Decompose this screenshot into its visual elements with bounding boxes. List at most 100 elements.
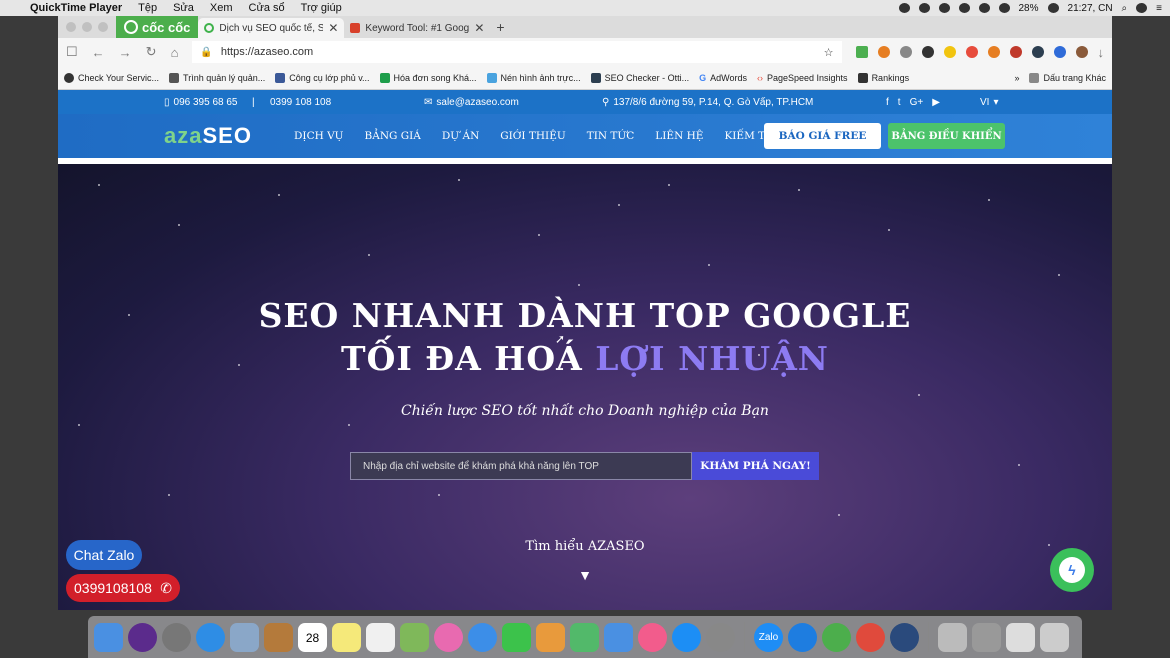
bookmark-item[interactable]: SEO Checker - Otti... bbox=[590, 72, 689, 83]
settings-icon[interactable] bbox=[706, 622, 735, 652]
nav-contact[interactable]: LIÊN HỆ bbox=[655, 130, 703, 142]
chrome-icon[interactable] bbox=[856, 622, 885, 652]
url-text[interactable]: https://azaseo.com bbox=[221, 46, 313, 58]
download-ext-icon[interactable] bbox=[855, 46, 868, 58]
download-icon[interactable]: ↓ bbox=[1098, 45, 1105, 60]
reminders-icon[interactable] bbox=[366, 622, 395, 652]
quicktime-icon[interactable] bbox=[890, 622, 919, 652]
mail-icon[interactable] bbox=[230, 622, 259, 652]
menu-window[interactable]: Cửa sổ bbox=[249, 2, 285, 14]
status-icon[interactable] bbox=[918, 3, 930, 13]
reload-icon[interactable]: ↻ bbox=[146, 44, 157, 60]
ext-icon[interactable] bbox=[1009, 46, 1022, 58]
bookmark-item[interactable]: Nén hình ảnh trực... bbox=[486, 72, 581, 83]
explore-button[interactable]: KHÁM PHÁ NGAY! bbox=[692, 452, 819, 480]
photos-icon[interactable] bbox=[434, 622, 463, 652]
home-icon[interactable]: ⌂ bbox=[171, 45, 179, 60]
messages-icon[interactable] bbox=[468, 622, 497, 652]
flag-icon[interactable] bbox=[1047, 3, 1059, 13]
nav-services[interactable]: DỊCH VỤ bbox=[294, 130, 344, 142]
siri-icon[interactable] bbox=[1136, 3, 1148, 13]
messenger-button[interactable]: ϟ bbox=[1050, 548, 1094, 592]
close-tab-icon[interactable]: ✕ bbox=[474, 21, 484, 35]
contacts-icon[interactable] bbox=[264, 622, 293, 652]
bookmark-item[interactable]: G AdWords bbox=[699, 73, 747, 83]
zoom-window-button[interactable] bbox=[98, 22, 108, 32]
calendar-icon[interactable]: 28 bbox=[298, 622, 327, 652]
appstore-icon[interactable] bbox=[672, 622, 701, 652]
menu-view[interactable]: Xem bbox=[210, 2, 233, 14]
notes-icon[interactable] bbox=[332, 622, 361, 652]
nav-pricing[interactable]: BẢNG GIÁ bbox=[365, 130, 421, 142]
bookmarks-more-button[interactable]: » bbox=[1014, 73, 1019, 83]
siri-icon[interactable] bbox=[128, 622, 157, 652]
nav-news[interactable]: TIN TỨC bbox=[587, 130, 635, 142]
bookmark-item[interactable]: Check Your Servic... bbox=[64, 72, 159, 83]
bookmark-item[interactable]: Công cụ lớp phủ v... bbox=[275, 72, 370, 83]
phone-contact[interactable]: ▯ 096 395 68 65 bbox=[164, 90, 237, 114]
new-tab-button[interactable]: + bbox=[490, 19, 510, 38]
youtube-icon[interactable]: ▶ bbox=[932, 97, 940, 108]
cloud-icon[interactable] bbox=[938, 3, 950, 13]
tab-azaseo[interactable]: Dịch vụ SEO quốc tế, SEO ✕ bbox=[198, 18, 345, 38]
tab-keyword-tool[interactable]: Keyword Tool: #1 Google ✕ bbox=[344, 18, 490, 38]
wifi-icon[interactable] bbox=[998, 3, 1010, 13]
itunes-icon[interactable] bbox=[638, 622, 667, 652]
minimize-window-button[interactable] bbox=[82, 22, 92, 32]
ext-icon[interactable] bbox=[921, 46, 934, 58]
teamviewer-icon[interactable] bbox=[788, 622, 817, 652]
googleplus-icon[interactable]: G+ bbox=[910, 97, 924, 108]
azaseo-logo[interactable]: azaSEO bbox=[164, 123, 252, 149]
document-icon[interactable] bbox=[1006, 622, 1035, 652]
document-icon[interactable] bbox=[938, 622, 967, 652]
language-selector[interactable]: VI ▾ bbox=[980, 90, 998, 114]
numbers-icon[interactable] bbox=[570, 622, 599, 652]
notification-icon[interactable]: ≡ bbox=[1156, 3, 1162, 14]
bookmark-star-icon[interactable]: ☆ bbox=[824, 46, 834, 59]
bookmark-item[interactable]: Trình quản lý quản... bbox=[169, 72, 265, 83]
finder-icon[interactable] bbox=[94, 622, 123, 652]
chat-zalo-button[interactable]: Chat Zalo bbox=[66, 540, 142, 570]
battery-percent[interactable]: 28% bbox=[1019, 3, 1039, 14]
launchpad-icon[interactable] bbox=[162, 622, 191, 652]
free-quote-button[interactable]: BÁO GIÁ FREE bbox=[764, 123, 881, 149]
menu-edit[interactable]: Sửa bbox=[173, 2, 194, 14]
ext-icon[interactable] bbox=[987, 46, 1000, 58]
close-window-button[interactable] bbox=[66, 22, 76, 32]
other-bookmarks-folder[interactable]: Dấu trang Khác bbox=[1029, 72, 1106, 83]
menu-file[interactable]: Tệp bbox=[138, 2, 157, 14]
ext-icon[interactable] bbox=[965, 46, 978, 58]
trash-icon[interactable] bbox=[1040, 622, 1069, 652]
coccoc-logo[interactable]: cốc cốc bbox=[116, 16, 199, 38]
spotlight-icon[interactable]: ⌕ bbox=[1122, 3, 1128, 14]
ext-icon[interactable] bbox=[1053, 46, 1066, 58]
coccoc-icon[interactable] bbox=[822, 622, 851, 652]
address-bar[interactable]: 🔒 https://azaseo.com ☆ bbox=[192, 41, 842, 63]
learn-more-link[interactable]: Tìm hiểu AZASEO bbox=[58, 539, 1112, 554]
keynote-icon[interactable] bbox=[604, 622, 633, 652]
facetime-icon[interactable] bbox=[502, 622, 531, 652]
ext-icon[interactable] bbox=[899, 46, 912, 58]
coccoc-icon[interactable] bbox=[958, 3, 970, 13]
ext-icon[interactable] bbox=[877, 46, 890, 58]
website-search-input[interactable]: Nhập địa chỉ website để khám phá khả năn… bbox=[350, 452, 692, 480]
bookmark-item[interactable]: ‹› PageSpeed Insights bbox=[757, 73, 848, 83]
clock[interactable]: 21:27, CN bbox=[1068, 3, 1113, 14]
nav-about[interactable]: GIỚI THIỆU bbox=[500, 130, 565, 142]
hotline-button[interactable]: 0399108108 ✆ bbox=[66, 574, 180, 602]
safari-icon[interactable] bbox=[196, 622, 225, 652]
forward-icon[interactable]: → bbox=[119, 45, 132, 60]
menu-app-name[interactable]: QuickTime Player bbox=[30, 2, 122, 14]
profile-avatar[interactable] bbox=[1075, 46, 1088, 58]
pages-icon[interactable] bbox=[536, 622, 565, 652]
screenshot-icon[interactable] bbox=[972, 622, 1001, 652]
sidebar-toggle-icon[interactable]: ☐ bbox=[66, 44, 78, 60]
dashboard-button[interactable]: BẢNG ĐIỀU KHIỂN bbox=[888, 123, 1005, 149]
close-tab-icon[interactable]: ✕ bbox=[328, 21, 338, 35]
phone-contact[interactable]: 0399 108 108 bbox=[270, 90, 331, 114]
dropbox-icon[interactable] bbox=[978, 3, 990, 13]
maps-icon[interactable] bbox=[400, 622, 429, 652]
back-icon[interactable]: ← bbox=[92, 45, 105, 60]
bookmark-item[interactable]: Hóa đơn song Khá... bbox=[379, 72, 477, 83]
ext-icon[interactable] bbox=[1031, 46, 1044, 58]
